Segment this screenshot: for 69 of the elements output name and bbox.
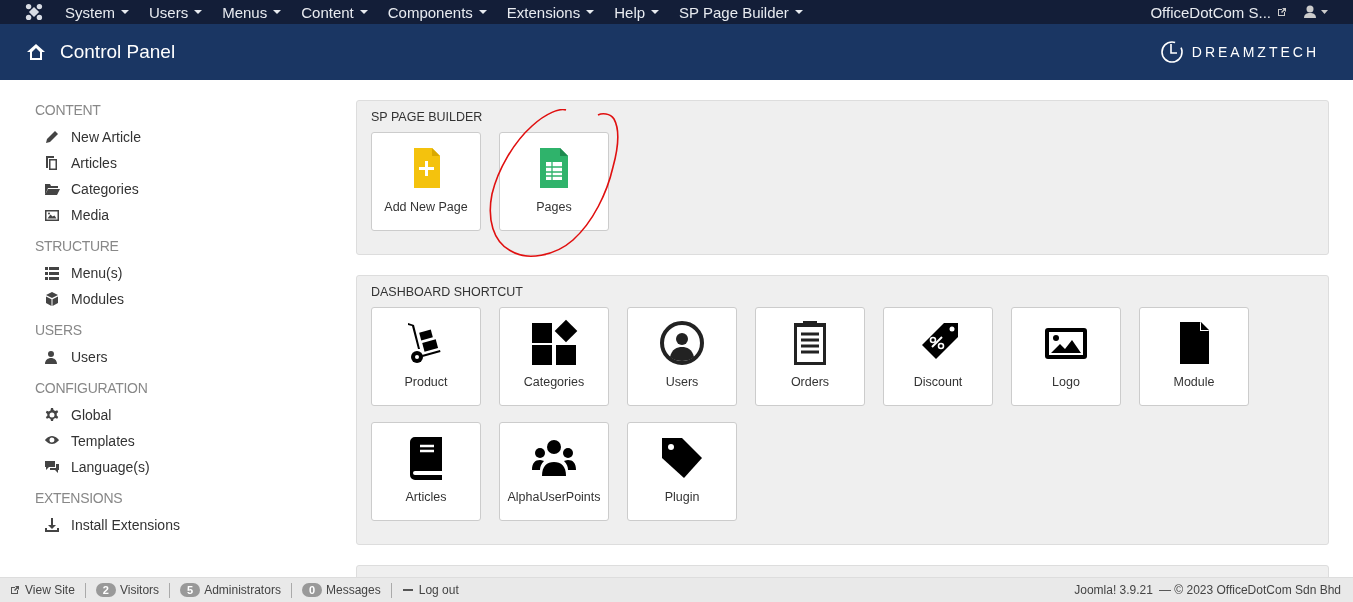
user-icon	[44, 349, 60, 365]
shortcut-tile[interactable]: Add New Page	[371, 132, 481, 231]
count-badge: 2	[95, 583, 116, 597]
count-badge: 5	[180, 583, 201, 597]
shortcut-tile[interactable]: Logo	[1011, 307, 1121, 406]
page-title: Control Panel	[60, 41, 176, 63]
menu-item[interactable]: SP Page Builder	[679, 3, 803, 21]
shortcut-tile[interactable]: Articles	[371, 422, 481, 521]
cube-icon	[44, 291, 60, 307]
sidebar-item[interactable]: Language(s)	[35, 454, 356, 480]
brand-logo-icon	[1159, 40, 1184, 64]
shortcut-tile[interactable]: Pages	[499, 132, 609, 231]
squares-icon	[530, 319, 578, 367]
sidebar-item[interactable]: Global	[35, 402, 356, 428]
menu-item[interactable]: Menus	[222, 3, 282, 21]
sidebar-item[interactable]: Templates	[35, 428, 356, 454]
sidebar-item[interactable]: Categories	[35, 176, 356, 202]
brand-name: DREAMZTECH	[1191, 44, 1319, 60]
chat-icon	[44, 459, 60, 475]
menu-item[interactable]: Users	[149, 3, 203, 21]
home-icon	[26, 43, 46, 61]
shortcut-tile[interactable]: Plugin	[627, 422, 737, 521]
sidebar-heading: CONFIGURATION	[35, 380, 149, 396]
gear-icon	[44, 407, 60, 423]
sidebar-item[interactable]: New Article	[35, 124, 356, 150]
panel-title: DASHBOARD SHORTCUT	[371, 285, 524, 299]
sidebar-item[interactable]: Menu(s)	[35, 260, 356, 286]
menu-item[interactable]: System	[65, 3, 129, 21]
menu-item[interactable]: Help	[614, 3, 660, 21]
sidebar-item[interactable]: Install Extensions	[35, 512, 356, 538]
site-link[interactable]: OfficeDotCom S...	[1150, 3, 1287, 21]
view-site-link[interactable]: View Site	[10, 583, 75, 597]
sidebar-heading: EXTENSIONS	[35, 490, 124, 506]
joomla-logo-icon[interactable]	[25, 3, 43, 21]
status-link[interactable]: Messages	[326, 583, 381, 597]
shortcut-tile[interactable]: Orders	[755, 307, 865, 406]
version-text: Joomla! 3.9.21	[1074, 583, 1153, 597]
menu-item[interactable]: Extensions	[506, 3, 595, 21]
sidebar-item[interactable]: Users	[35, 344, 356, 370]
shortcut-tile[interactable]: Categories	[499, 307, 609, 406]
sidebar-item[interactable]: Articles	[35, 150, 356, 176]
user-circle-icon	[658, 319, 706, 367]
sidebar-item[interactable]: Modules	[35, 286, 356, 312]
count-badge: 0	[301, 583, 322, 597]
pencil-icon	[44, 129, 60, 145]
panel-title: SP PAGE BUILDER	[371, 110, 484, 124]
status-link[interactable]: Administrators	[204, 583, 281, 597]
logout-link[interactable]: Log out	[401, 583, 459, 597]
sidebar-item[interactable]: Media	[35, 202, 356, 228]
copyright-text: — © 2023 OfficeDotCom Sdn Bhd	[1158, 583, 1341, 597]
documents-icon	[44, 155, 60, 171]
download-icon	[44, 517, 60, 533]
shortcut-tile[interactable]: Discount	[883, 307, 993, 406]
sidebar-heading: USERS	[35, 322, 83, 338]
menu-item[interactable]: Components	[387, 3, 487, 21]
user-menu-icon[interactable]	[1301, 5, 1331, 19]
status-link[interactable]: Visitors	[119, 583, 160, 597]
sidebar-heading: STRUCTURE	[35, 238, 120, 254]
external-link-icon	[10, 585, 20, 595]
folder-icon	[44, 181, 60, 197]
shortcut-tile[interactable]: AlphaUserPoints	[499, 422, 609, 521]
sidebar-heading: CONTENT	[35, 102, 102, 118]
shortcut-tile[interactable]: Module	[1139, 307, 1249, 406]
shortcut-tile[interactable]: Users	[627, 307, 737, 406]
list-icon	[44, 265, 60, 281]
menu-item[interactable]: Content	[301, 3, 368, 21]
external-link-icon	[1277, 7, 1287, 17]
shortcut-tile[interactable]: Product	[371, 307, 481, 406]
image-icon	[44, 207, 60, 223]
